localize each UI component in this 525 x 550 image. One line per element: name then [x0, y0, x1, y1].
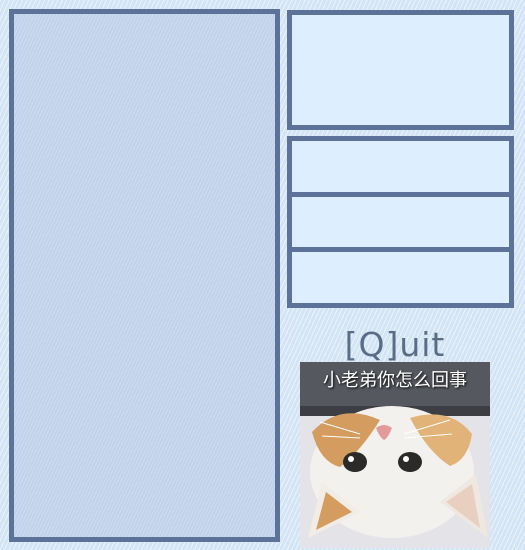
menu-slot-3[interactable]	[292, 252, 509, 304]
info-panel	[287, 10, 514, 130]
main-view-panel	[9, 9, 280, 542]
menu-slots	[287, 136, 514, 308]
meme-caption: 小老弟你怎么回事	[323, 370, 467, 391]
quit-button[interactable]: [Q]uit	[300, 326, 490, 364]
menu-slot-2[interactable]	[292, 196, 509, 248]
menu-slot-1[interactable]	[292, 141, 509, 192]
cat-meme-image: 小老弟你怎么回事	[300, 362, 490, 548]
